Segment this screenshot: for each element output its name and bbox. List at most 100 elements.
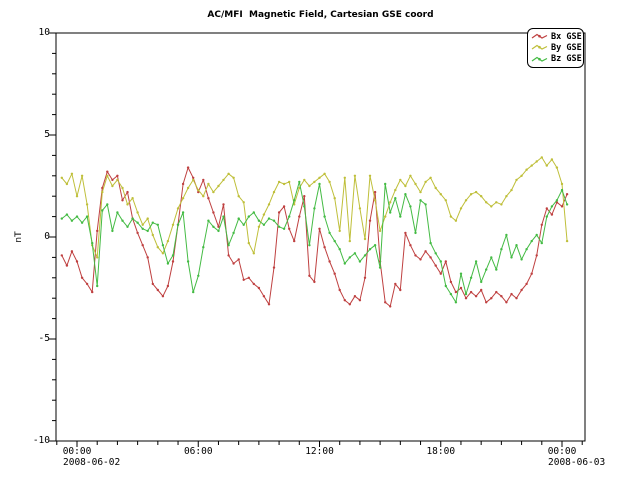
- data-point: [359, 260, 361, 262]
- data-point: [429, 256, 431, 258]
- data-point: [445, 260, 447, 262]
- y-axis-tick-label: 5: [18, 129, 50, 140]
- data-point: [91, 242, 93, 244]
- data-point: [460, 287, 462, 289]
- data-point: [354, 175, 356, 177]
- data-point: [86, 203, 88, 205]
- data-point: [475, 260, 477, 262]
- data-point: [273, 266, 275, 268]
- data-point: [187, 166, 189, 168]
- data-point: [429, 242, 431, 244]
- data-point: [460, 207, 462, 209]
- data-point: [379, 266, 381, 268]
- data-point: [177, 207, 179, 209]
- data-point: [394, 197, 396, 199]
- data-point: [273, 220, 275, 222]
- data-point: [379, 230, 381, 232]
- data-point: [344, 177, 346, 179]
- data-point: [288, 215, 290, 217]
- data-point: [121, 199, 123, 201]
- data-point: [546, 207, 548, 209]
- data-point: [399, 215, 401, 217]
- data-point: [238, 217, 240, 219]
- data-point: [500, 203, 502, 205]
- data-point: [71, 173, 73, 175]
- data-point: [66, 264, 68, 266]
- data-point: [359, 207, 361, 209]
- data-point: [541, 224, 543, 226]
- data-point: [419, 199, 421, 201]
- data-point: [561, 189, 563, 191]
- x-axis-date-label: 2008-06-03: [548, 457, 605, 468]
- data-point: [66, 213, 68, 215]
- data-point: [106, 175, 108, 177]
- data-point: [435, 252, 437, 254]
- data-point: [480, 289, 482, 291]
- data-point: [253, 252, 255, 254]
- data-point: [525, 283, 527, 285]
- data-point: [369, 220, 371, 222]
- data-point: [480, 195, 482, 197]
- data-point: [495, 268, 497, 270]
- data-point: [455, 301, 457, 303]
- data-point: [248, 215, 250, 217]
- data-point: [440, 273, 442, 275]
- data-point: [349, 240, 351, 242]
- data-point: [76, 215, 78, 217]
- data-point: [339, 289, 341, 291]
- data-point: [500, 248, 502, 250]
- data-point: [490, 256, 492, 258]
- data-point: [344, 299, 346, 301]
- data-point: [126, 191, 128, 193]
- data-point: [278, 181, 280, 183]
- data-point: [339, 248, 341, 250]
- data-point: [440, 193, 442, 195]
- data-point: [96, 285, 98, 287]
- legend: Bx GSEBy GSEBz GSE: [527, 28, 584, 68]
- data-point: [323, 215, 325, 217]
- legend-entry-bz-gse: Bz GSE: [531, 54, 583, 65]
- data-point: [424, 181, 426, 183]
- bx-gse-line-sample-icon: [531, 32, 549, 41]
- data-point: [192, 291, 194, 293]
- data-point: [419, 258, 421, 260]
- data-point: [298, 181, 300, 183]
- data-point: [81, 175, 83, 177]
- data-point: [414, 254, 416, 256]
- data-point: [374, 199, 376, 201]
- data-point: [298, 215, 300, 217]
- data-point: [369, 175, 371, 177]
- data-point: [475, 191, 477, 193]
- data-point: [111, 185, 113, 187]
- data-point: [116, 175, 118, 177]
- data-point: [414, 232, 416, 234]
- data-point: [268, 217, 270, 219]
- data-point: [253, 283, 255, 285]
- data-point: [232, 177, 234, 179]
- data-point: [81, 277, 83, 279]
- data-point: [520, 258, 522, 260]
- data-point: [323, 246, 325, 248]
- data-point: [404, 193, 406, 195]
- data-point: [263, 295, 265, 297]
- data-point: [556, 166, 558, 168]
- data-point: [561, 183, 563, 185]
- data-point: [354, 295, 356, 297]
- data-point: [182, 211, 184, 213]
- data-point: [394, 283, 396, 285]
- data-point: [318, 177, 320, 179]
- data-point: [66, 183, 68, 185]
- data-point: [334, 197, 336, 199]
- data-point: [490, 297, 492, 299]
- data-point: [278, 211, 280, 213]
- data-point: [495, 291, 497, 293]
- data-point: [142, 228, 144, 230]
- data-point: [157, 224, 159, 226]
- data-point: [339, 230, 341, 232]
- data-point: [531, 240, 533, 242]
- data-point: [202, 246, 204, 248]
- data-point: [328, 260, 330, 262]
- data-point: [283, 183, 285, 185]
- data-point: [121, 187, 123, 189]
- data-point: [480, 281, 482, 283]
